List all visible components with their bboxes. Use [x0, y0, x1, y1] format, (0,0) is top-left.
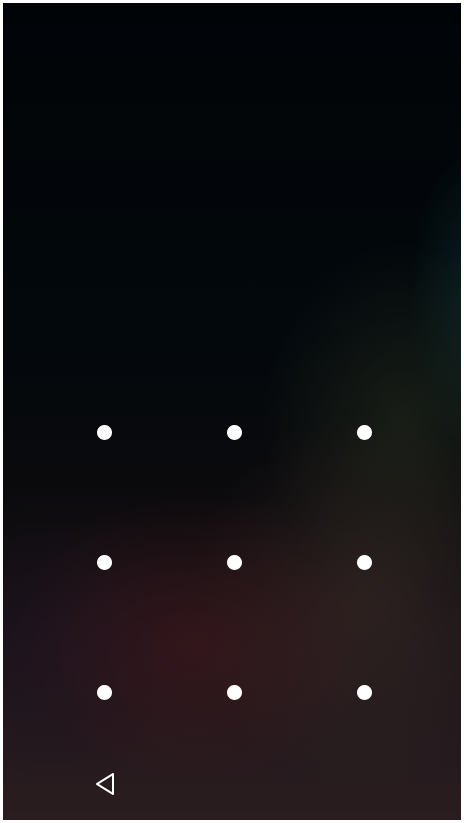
back-triangle-icon: [94, 772, 116, 801]
pattern-dot-9[interactable]: [356, 684, 372, 700]
pattern-dot-7[interactable]: [96, 684, 112, 700]
pattern-grid[interactable]: [3, 3, 461, 820]
pattern-dot-3[interactable]: [356, 424, 372, 440]
lock-screen: [3, 3, 461, 820]
pattern-dot-4[interactable]: [96, 554, 112, 570]
pattern-dot-5[interactable]: [226, 554, 242, 570]
pattern-dot-8[interactable]: [226, 684, 242, 700]
navigation-bar: [3, 760, 461, 820]
pattern-dot-6[interactable]: [356, 554, 372, 570]
pattern-dot-1[interactable]: [96, 424, 112, 440]
pattern-dot-2[interactable]: [226, 424, 242, 440]
back-button[interactable]: [87, 768, 123, 804]
